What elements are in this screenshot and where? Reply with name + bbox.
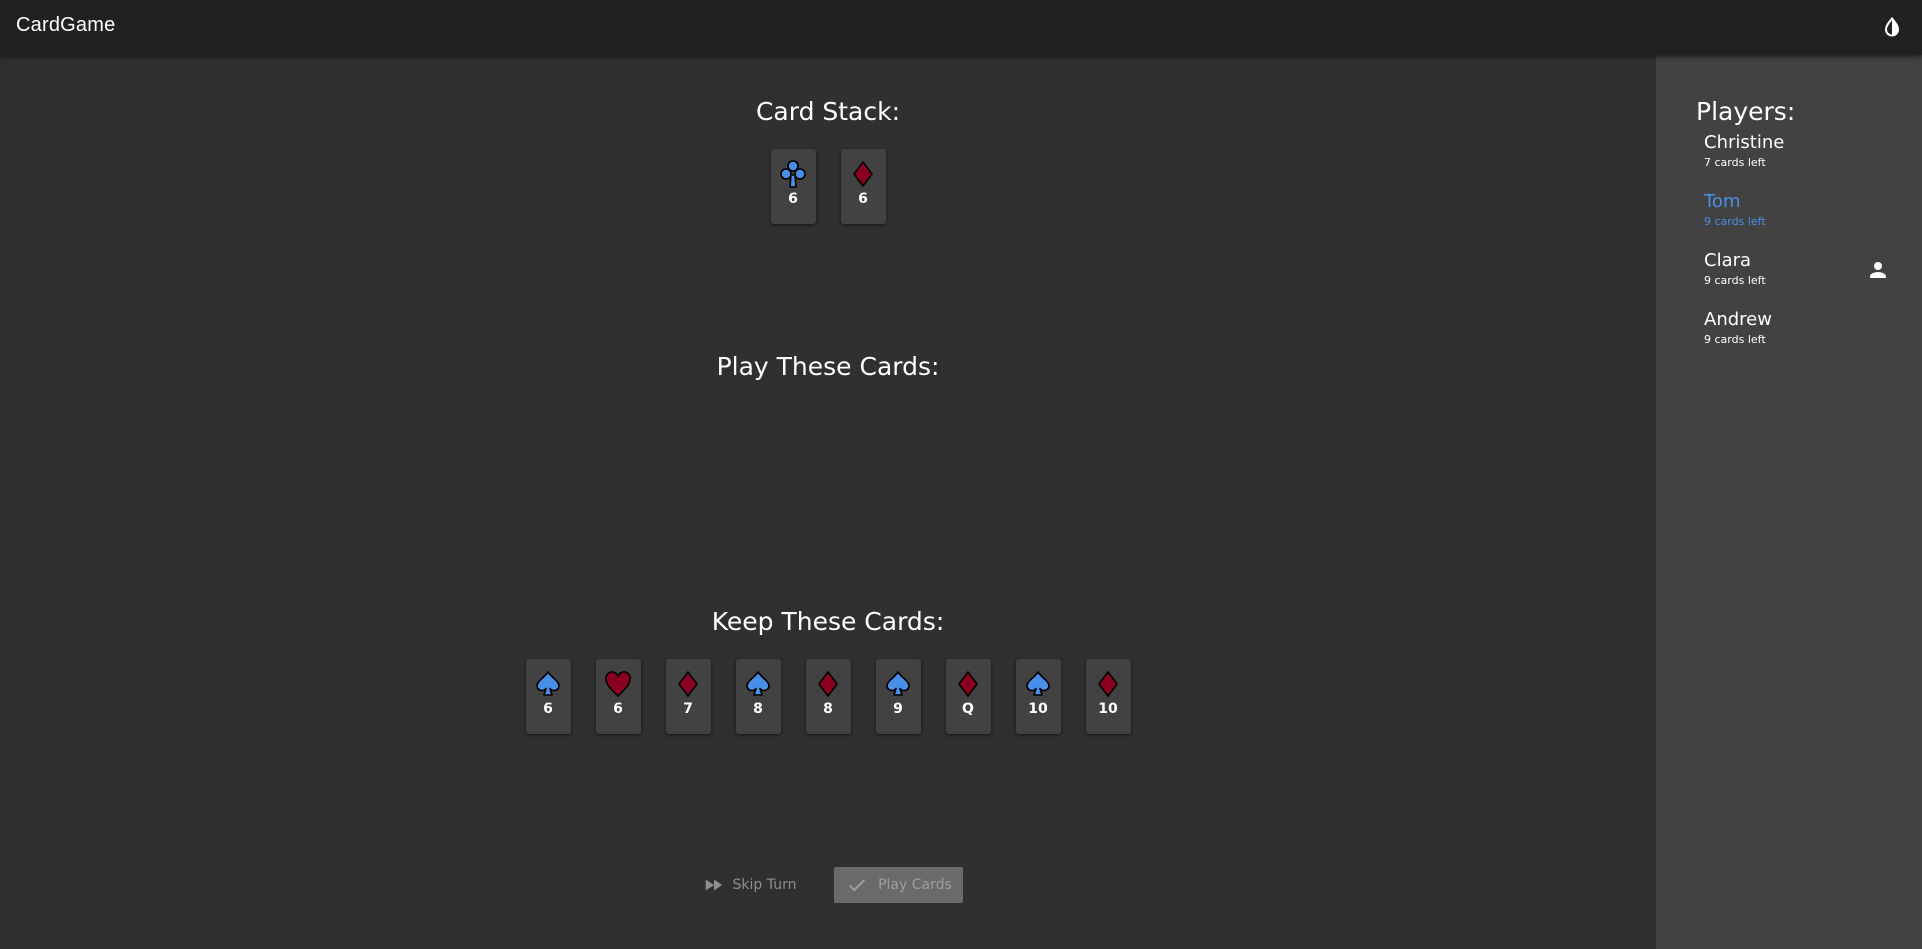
card-value: 7 (683, 701, 693, 717)
card-value: 8 (753, 701, 763, 717)
diamond-icon (958, 671, 978, 697)
card[interactable]: 7 (665, 659, 711, 734)
player-name: Tom (1704, 191, 1741, 212)
card-value: 10 (1098, 701, 1118, 717)
action-bar: Skip Turn Play Cards (0, 867, 1656, 903)
club-icon (780, 160, 806, 188)
card-value: 6 (613, 701, 623, 717)
player-name: Andrew (1704, 309, 1772, 330)
player-item[interactable]: Christine 7 cards left (1704, 132, 1904, 192)
top-toolbar: CardGame (0, 0, 1922, 55)
player-cards-left: 9 cards left (1704, 215, 1766, 228)
card[interactable]: 6 (840, 149, 886, 224)
person-icon (1870, 262, 1886, 278)
players-title: Players: (1696, 97, 1796, 126)
players-sidebar: Players: Christine 7 cards left Tom 9 cards… (1656, 55, 1922, 949)
card[interactable]: 8 (805, 659, 851, 734)
card-value: 10 (1028, 701, 1048, 717)
spade-icon (886, 671, 910, 696)
keep-cards-row: 6 6 7 8 8 9 Q 10 10 (0, 659, 1656, 734)
card-value: 6 (788, 191, 798, 207)
diamond-icon (818, 671, 838, 697)
card[interactable]: Q (945, 659, 991, 734)
card[interactable]: 6 (770, 149, 816, 224)
play-cards-button[interactable]: Play Cards (834, 867, 964, 903)
play-cards-title: Play These Cards: (716, 352, 940, 381)
game-board: Card Stack: 66 Play These Cards: Keep Th… (0, 55, 1656, 949)
card-value: 6 (543, 701, 553, 717)
card-stack-title: Card Stack: (755, 97, 901, 126)
check-icon (849, 879, 866, 892)
card[interactable]: 10 (1085, 659, 1131, 734)
card[interactable]: 10 (1015, 659, 1061, 734)
diamond-icon (678, 671, 698, 697)
keep-cards-title: Keep These Cards: (711, 607, 945, 636)
spade-icon (746, 671, 770, 696)
card-value: 8 (823, 701, 833, 717)
card[interactable]: 8 (735, 659, 781, 734)
card-stack-row: 66 (0, 149, 1656, 224)
player-item[interactable]: Tom 9 cards left (1704, 191, 1904, 251)
card-value: 9 (893, 701, 903, 717)
contrast-icon[interactable] (1880, 16, 1904, 40)
card-value: Q (962, 701, 974, 717)
play-cards-label: Play Cards (878, 877, 952, 893)
player-name: Christine (1704, 132, 1785, 153)
spade-icon (1026, 671, 1050, 696)
card[interactable]: 6 (525, 659, 571, 734)
diamond-icon (1098, 671, 1118, 697)
diamond-icon (853, 161, 873, 187)
heart-icon (605, 671, 631, 697)
player-item[interactable]: Clara 9 cards left (1704, 250, 1904, 310)
player-cards-left: 9 cards left (1704, 333, 1766, 346)
skip-turn-button[interactable]: Skip Turn (693, 867, 807, 903)
player-item[interactable]: Andrew 9 cards left (1704, 309, 1904, 369)
spade-icon (536, 671, 560, 696)
card[interactable]: 9 (875, 659, 921, 734)
app-title: CardGame (16, 14, 116, 36)
player-cards-left: 7 cards left (1704, 156, 1766, 169)
skip-turn-label: Skip Turn (732, 877, 797, 893)
card[interactable]: 6 (595, 659, 641, 734)
fast-forward-icon (705, 879, 722, 891)
card-value: 6 (858, 191, 868, 207)
